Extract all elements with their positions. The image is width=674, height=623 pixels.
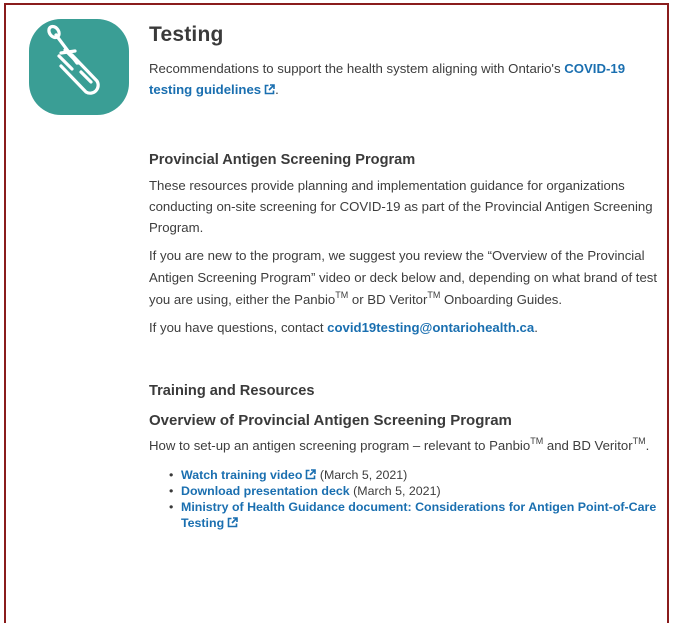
test-tube-swab-icon [29,19,129,115]
overview-subheading: Overview of Provincial Antigen Screening… [149,412,512,429]
page-title: Testing [149,23,224,46]
list-item: Ministry of Health Guidance document: Co… [169,499,659,531]
external-link-icon [227,517,238,528]
content-panel: Testing Recommendations to support the h… [4,3,669,623]
ministry-guidance-document-link[interactable]: Ministry of Health Guidance document: Co… [181,500,656,530]
program-guidance-paragraph: If you are new to the program, we sugges… [149,248,658,307]
overview-description: How to set-up an antigen screening progr… [149,435,650,453]
download-presentation-deck-link[interactable]: Download presentation deck [181,484,350,498]
program-heading: Provincial Antigen Screening Program [149,152,416,168]
contact-paragraph: If you have questions, contact covid19te… [149,320,538,335]
main-content: Testing Recommendations to support the h… [149,23,659,531]
intro-paragraph: Recommendations to support the health sy… [149,61,626,97]
external-link-icon [264,84,275,95]
program-description: These resources provide planning and imp… [149,178,653,235]
external-link-icon [305,469,317,480]
list-item: Download presentation deck (March 5, 202… [169,483,659,499]
resource-list: Watch training video (March 5, 2021) Dow… [169,467,659,531]
list-item: Watch training video (March 5, 2021) [169,467,659,483]
watch-training-video-link[interactable]: Watch training video [181,468,317,482]
contact-email-link[interactable]: covid19testing@ontariohealth.ca [327,320,534,335]
training-heading: Training and Resources [149,383,315,399]
